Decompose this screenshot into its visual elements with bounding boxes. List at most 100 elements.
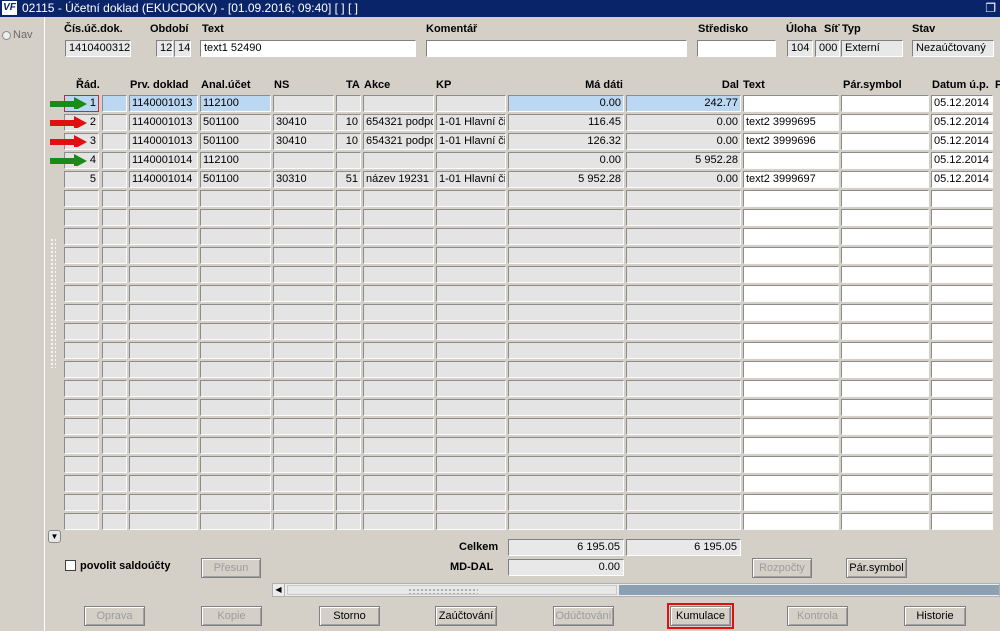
cell-ta[interactable]: 10 xyxy=(336,133,361,150)
cell-datum[interactable]: 05.12.2014 xyxy=(931,152,993,169)
cell-dal[interactable] xyxy=(626,456,741,473)
cell-akce[interactable] xyxy=(363,228,434,245)
cell-ta[interactable]: 51 xyxy=(336,171,361,188)
cell-ns[interactable] xyxy=(273,456,334,473)
cell-marker[interactable] xyxy=(102,285,127,302)
scroll-thumb[interactable] xyxy=(287,585,617,595)
cell-kp[interactable] xyxy=(436,418,506,435)
cell-ma[interactable] xyxy=(508,247,624,264)
cell-marker[interactable] xyxy=(102,133,127,150)
cell-marker[interactable] xyxy=(102,266,127,283)
cell-text[interactable] xyxy=(743,247,839,264)
cell-marker[interactable] xyxy=(102,95,127,112)
cell-anal[interactable] xyxy=(200,285,271,302)
cell-prv[interactable] xyxy=(129,209,198,226)
cell-ma[interactable]: 126.32 xyxy=(508,133,624,150)
cell-ta[interactable] xyxy=(336,513,361,530)
cell-akce[interactable] xyxy=(363,95,434,112)
cell-prv[interactable] xyxy=(129,304,198,321)
cell-anal[interactable] xyxy=(200,304,271,321)
cell-akce[interactable] xyxy=(363,456,434,473)
cell-marker[interactable] xyxy=(102,114,127,131)
cell-datum[interactable] xyxy=(931,361,993,378)
cell-ta[interactable] xyxy=(336,304,361,321)
cell-akce[interactable] xyxy=(363,152,434,169)
cell-marker[interactable] xyxy=(102,228,127,245)
cell-prv[interactable] xyxy=(129,190,198,207)
cell-kp[interactable] xyxy=(436,513,506,530)
cell-prv[interactable] xyxy=(129,228,198,245)
cell-dal[interactable] xyxy=(626,399,741,416)
cell-ns[interactable] xyxy=(273,399,334,416)
cell-anal[interactable] xyxy=(200,190,271,207)
cell-marker[interactable] xyxy=(102,475,127,492)
cell-marker[interactable] xyxy=(102,304,127,321)
cell-ns[interactable] xyxy=(273,323,334,340)
cell-kp[interactable] xyxy=(436,342,506,359)
cell-ta[interactable] xyxy=(336,456,361,473)
cell-marker[interactable] xyxy=(102,323,127,340)
cell-ns[interactable] xyxy=(273,361,334,378)
cell-anal[interactable] xyxy=(200,418,271,435)
cell-ns[interactable] xyxy=(273,95,334,112)
cell-marker[interactable] xyxy=(102,209,127,226)
cell-rad[interactable] xyxy=(64,380,99,397)
cell-par[interactable] xyxy=(841,399,929,416)
cell-text[interactable]: text2 3999697 xyxy=(743,171,839,188)
cell-rad[interactable] xyxy=(64,361,99,378)
cell-text[interactable] xyxy=(743,304,839,321)
cell-par[interactable] xyxy=(841,323,929,340)
cell-datum[interactable] xyxy=(931,323,993,340)
cell-par[interactable] xyxy=(841,361,929,378)
kopie-button[interactable]: Kopie xyxy=(201,606,262,626)
cell-marker[interactable] xyxy=(102,418,127,435)
cell-prv[interactable] xyxy=(129,399,198,416)
cell-rad[interactable] xyxy=(64,475,99,492)
cell-par[interactable] xyxy=(841,304,929,321)
cell-datum[interactable] xyxy=(931,304,993,321)
cell-akce[interactable] xyxy=(363,266,434,283)
cell-ma[interactable] xyxy=(508,323,624,340)
cell-ta[interactable] xyxy=(336,418,361,435)
cell-text[interactable] xyxy=(743,285,839,302)
cell-marker[interactable] xyxy=(102,152,127,169)
cell-kp[interactable] xyxy=(436,380,506,397)
cell-par[interactable] xyxy=(841,437,929,454)
stredisko-field[interactable] xyxy=(697,40,776,57)
stav-field[interactable]: Nezaúčtovaný xyxy=(912,40,994,57)
cell-kp[interactable] xyxy=(436,285,506,302)
cell-ma[interactable] xyxy=(508,209,624,226)
cell-kp[interactable] xyxy=(436,190,506,207)
cell-ma[interactable]: 0.00 xyxy=(508,95,624,112)
cell-prv[interactable] xyxy=(129,380,198,397)
cell-datum[interactable] xyxy=(931,475,993,492)
cell-ta[interactable] xyxy=(336,323,361,340)
cell-ma[interactable] xyxy=(508,342,624,359)
cell-dal[interactable] xyxy=(626,418,741,435)
cell-datum[interactable] xyxy=(931,228,993,245)
cell-dal[interactable] xyxy=(626,513,741,530)
cell-text[interactable] xyxy=(743,266,839,283)
cell-prv[interactable] xyxy=(129,475,198,492)
cell-rad[interactable] xyxy=(64,437,99,454)
cell-datum[interactable]: 05.12.2014 xyxy=(931,133,993,150)
cell-ma[interactable] xyxy=(508,228,624,245)
cell-kp[interactable] xyxy=(436,437,506,454)
cell-ns[interactable] xyxy=(273,285,334,302)
cell-ma[interactable]: 5 952.28 xyxy=(508,171,624,188)
cell-dal[interactable] xyxy=(626,380,741,397)
cell-ta[interactable] xyxy=(336,209,361,226)
cell-anal[interactable] xyxy=(200,399,271,416)
komentar-field[interactable] xyxy=(426,40,687,57)
cell-kp[interactable]: 1-01 Hlavní čin xyxy=(436,171,506,188)
cell-ns[interactable]: 30410 xyxy=(273,133,334,150)
cell-ns[interactable] xyxy=(273,418,334,435)
cell-anal[interactable] xyxy=(200,494,271,511)
cell-ta[interactable] xyxy=(336,247,361,264)
cell-par[interactable] xyxy=(841,228,929,245)
cell-kp[interactable] xyxy=(436,152,506,169)
zauctovani-button[interactable]: Zaúčtování xyxy=(435,606,497,626)
cell-ta[interactable] xyxy=(336,266,361,283)
cell-ns[interactable] xyxy=(273,342,334,359)
cell-datum[interactable] xyxy=(931,190,993,207)
